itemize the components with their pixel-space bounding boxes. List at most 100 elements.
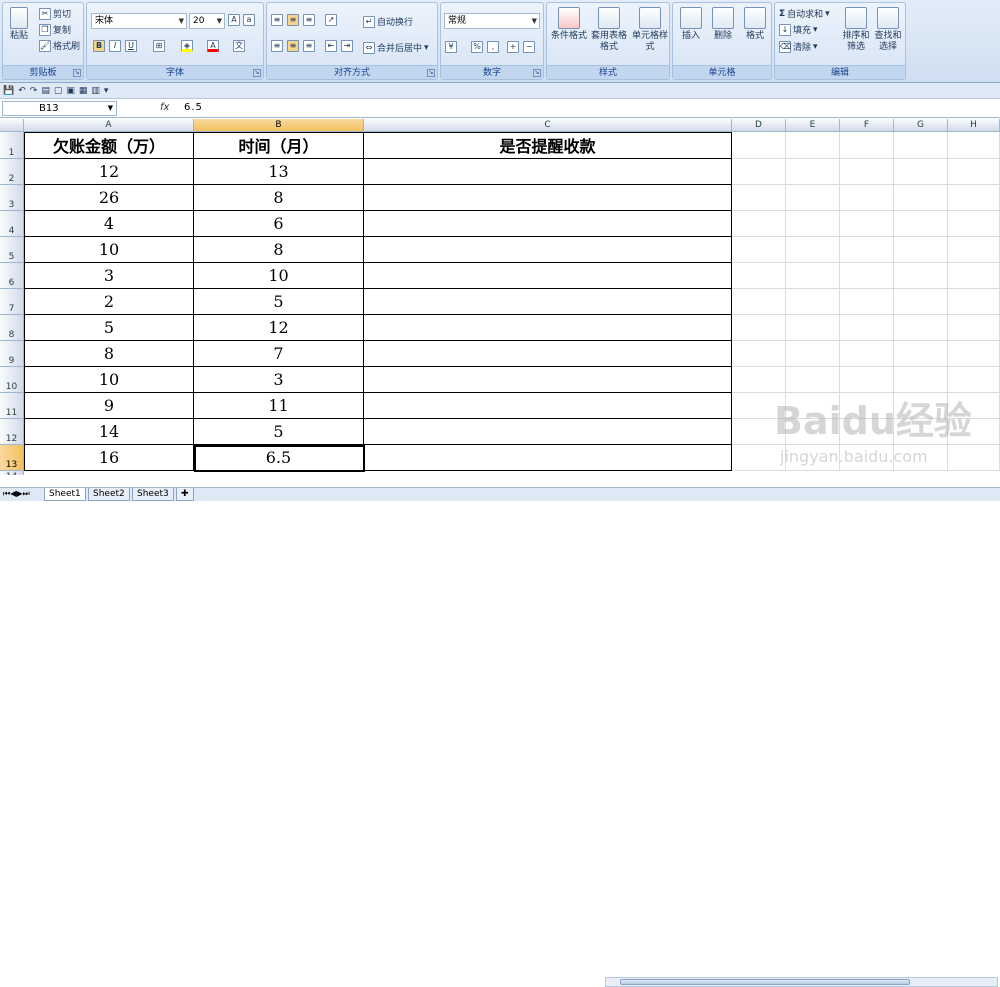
empty-cell[interactable] [894,159,948,185]
tab-nav-arrows[interactable]: ⏮◀▶⏭ [3,488,30,500]
table-cell[interactable]: 5 [24,315,194,341]
print-preview-icon[interactable]: ▤ [41,86,50,96]
row-header-4[interactable]: 4 [0,211,24,237]
clipboard-launcher-icon[interactable]: ↘ [73,69,81,77]
column-header-c[interactable]: C [364,119,732,132]
empty-cell[interactable] [840,211,894,237]
phonetic-button[interactable]: 文 [233,40,245,52]
empty-cell[interactable] [786,132,840,159]
decrease-indent-button[interactable]: ⇤ [325,40,337,52]
empty-cell[interactable] [948,289,1000,315]
empty-cell[interactable] [948,315,1000,341]
scroll-thumb[interactable] [620,979,910,985]
empty-cell[interactable] [840,237,894,263]
orientation-button[interactable]: ↗ [325,14,337,26]
merge-center-button[interactable]: ⇔ 合并后居中 ▾ [363,41,429,54]
align-center-button[interactable]: ≡ [287,40,299,52]
sort-filter-button[interactable]: 排序和筛选 [841,7,871,53]
cell-styles-button[interactable]: 单元格样式 [631,7,669,53]
empty-cell[interactable] [840,289,894,315]
row-header-5[interactable]: 5 [0,237,24,263]
row-header-6[interactable]: 6 [0,263,24,289]
insert-button[interactable]: 插入 [677,7,705,42]
number-launcher-icon[interactable]: ↘ [533,69,541,77]
table-cell[interactable] [364,419,732,445]
table-icon[interactable]: ▦ [79,86,88,96]
empty-cell[interactable] [948,263,1000,289]
font-launcher-icon[interactable]: ↘ [253,69,261,77]
table-cell[interactable] [364,393,732,419]
table-cell[interactable] [364,185,732,211]
camera-icon[interactable]: ▣ [66,86,75,96]
undo-icon[interactable]: ↶ [18,86,26,96]
table-cell[interactable]: 10 [24,367,194,393]
table-cell[interactable] [364,211,732,237]
empty-cell[interactable] [732,237,786,263]
empty-cell[interactable] [732,315,786,341]
conditional-format-button[interactable]: 条件格式 [549,7,589,42]
number-format-select[interactable]: 常规 ▼ [444,13,540,29]
table-cell[interactable]: 10 [24,237,194,263]
fill-color-button[interactable]: ◈ [181,40,193,52]
shrink-font-button[interactable]: a [243,14,255,26]
font-size-select[interactable]: 20 ▼ [189,13,225,29]
column-header-h[interactable]: H [948,119,1000,132]
table-cell[interactable]: 26 [24,185,194,211]
table-cell[interactable]: 3 [194,367,364,393]
save-icon[interactable]: 💾 [3,86,14,96]
empty-cell[interactable] [840,159,894,185]
table-cell[interactable] [364,237,732,263]
empty-cell[interactable] [894,237,948,263]
empty-cell[interactable] [786,185,840,211]
table-header-cell[interactable]: 是否提醒收款 [364,132,732,159]
alignment-launcher-icon[interactable]: ↘ [427,69,435,77]
row-header-13[interactable]: 13 [0,445,24,471]
column-header-d[interactable]: D [732,119,786,132]
empty-cell[interactable] [948,132,1000,159]
empty-cell[interactable] [840,263,894,289]
empty-cell[interactable] [786,341,840,367]
table-cell[interactable]: 8 [194,237,364,263]
empty-cell[interactable] [948,159,1000,185]
table-cell[interactable] [364,367,732,393]
select-all-corner[interactable] [0,119,24,132]
empty-cell[interactable] [894,211,948,237]
horizontal-scrollbar[interactable] [605,977,998,987]
border-button[interactable]: ⊞ [153,40,165,52]
empty-cell[interactable] [948,237,1000,263]
empty-cell[interactable] [894,132,948,159]
empty-cell[interactable] [732,263,786,289]
column-header-a[interactable]: A [24,119,194,132]
italic-button[interactable]: I [109,40,121,52]
table-cell[interactable] [364,341,732,367]
align-left-button[interactable]: ≡ [271,40,283,52]
empty-cell[interactable] [840,367,894,393]
empty-cell[interactable] [894,341,948,367]
row-header-7[interactable]: 7 [0,289,24,315]
empty-cell[interactable] [786,211,840,237]
table-cell[interactable]: 5 [194,289,364,315]
table-cell[interactable]: 14 [24,419,194,445]
table-cell[interactable]: 10 [194,263,364,289]
table-cell[interactable] [364,445,732,471]
align-top-button[interactable]: ≡ [271,14,283,26]
empty-cell[interactable] [732,132,786,159]
formula-input[interactable]: 6.5 [184,102,203,113]
empty-cell[interactable] [948,341,1000,367]
empty-cell[interactable] [948,211,1000,237]
insert-function-icon[interactable]: fx [160,102,169,113]
format-painter-button[interactable]: 🖌 格式刷 [39,39,80,52]
empty-cell[interactable] [948,185,1000,211]
align-bottom-button[interactable]: ≡ [303,14,315,26]
decrease-decimal-button[interactable]: − [523,41,535,53]
copy-button[interactable]: ❐ 复制 [39,23,71,36]
row-header-3[interactable]: 3 [0,185,24,211]
row-header-9[interactable]: 9 [0,341,24,367]
empty-cell[interactable] [894,289,948,315]
table-cell[interactable]: 8 [194,185,364,211]
find-select-button[interactable]: 查找和选择 [873,7,903,53]
table-cell[interactable] [364,289,732,315]
font-name-select[interactable]: 宋体 ▼ [91,13,187,29]
table-cell[interactable]: 5 [194,419,364,445]
clear-button[interactable]: ⌫ 清除 ▾ [779,40,818,53]
